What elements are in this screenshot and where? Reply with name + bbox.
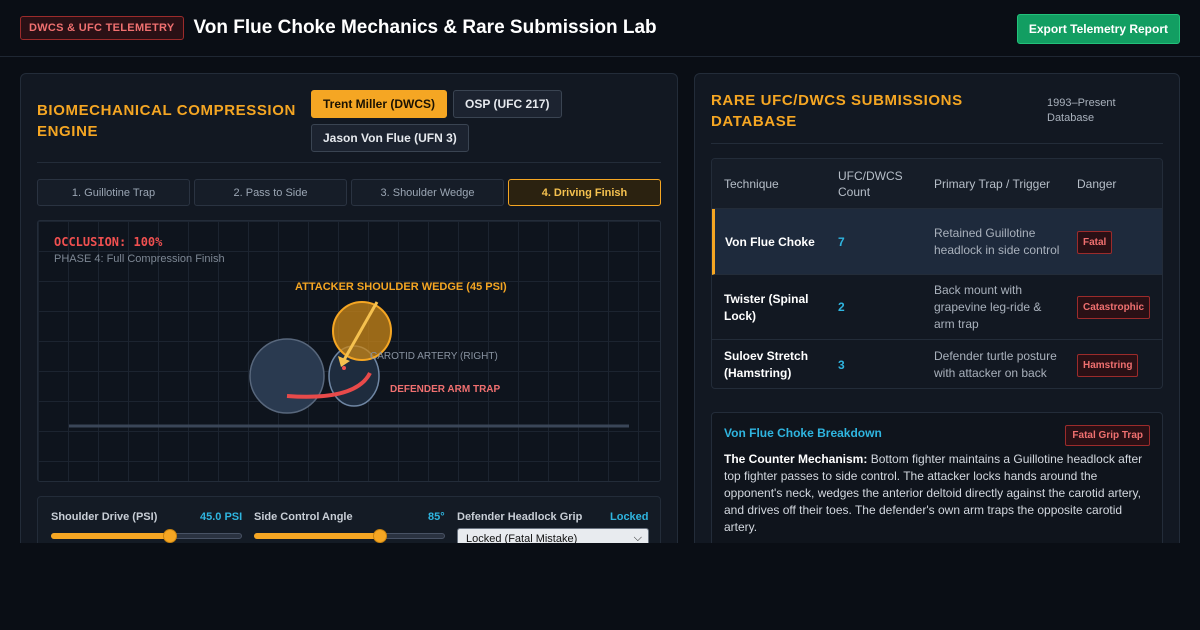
export-report-button[interactable]: Export Telemetry Report [1016, 14, 1180, 44]
danger-badge: Hamstring [1077, 353, 1139, 377]
defender-head [249, 338, 325, 414]
database-title: RARE UFC/DWCS SUBMISSIONS DATABASE [711, 90, 1001, 132]
compression-diagram [69, 301, 629, 428]
column-count: UFC/DWCS Count [838, 169, 903, 199]
phase-tab-driving-finish[interactable]: 4. Driving Finish [508, 179, 661, 206]
table-row[interactable]: Von Flue Choke 7 Retained Guillotine hea… [712, 209, 1162, 275]
danger-cell: Fatal [1077, 209, 1113, 275]
carotid-point [342, 366, 346, 370]
submissions-database-panel: RARE UFC/DWCS SUBMISSIONS DATABASE 1993–… [694, 73, 1180, 543]
database-subtitle-line1: 1993–Present [1047, 97, 1116, 109]
headlock-grip-label: Defender Headlock Grip [457, 511, 583, 523]
count-cell: 7 [838, 234, 845, 249]
phase-tab-shoulder-wedge[interactable]: 3. Shoulder Wedge [351, 179, 504, 206]
carotid-artery-label: CAROTID ARTERY (RIGHT) [370, 351, 498, 362]
engine-title-line1: BIOMECHANICAL COMPRESSION [37, 102, 296, 119]
database-subtitle: 1993–Present Database [1047, 96, 1147, 126]
fighter-button-trent-miller[interactable]: Trent Miller (DWCS) [311, 90, 447, 118]
breakdown-text: The Counter Mechanism: Bottom fighter ma… [724, 451, 1152, 536]
count-cell: 3 [838, 357, 845, 372]
compression-visualizer: OCCLUSION: 100% PHASE 4: Full Compressio… [37, 220, 661, 482]
trap-cell: Defender turtle posture with attacker on… [934, 349, 1057, 380]
arm-trap-label: DEFENDER ARM TRAP [390, 384, 501, 395]
headlock-grip-select[interactable]: Locked (Fatal Mistake) ⌵ [457, 528, 649, 543]
side-control-angle-value: 85° [428, 511, 445, 523]
danger-cell: Catastrophic [1077, 275, 1151, 340]
shoulder-drive-label: Shoulder Drive (PSI) [51, 511, 158, 523]
column-technique: Technique [724, 177, 779, 191]
breakdown-lead: The Counter Mechanism: [724, 452, 868, 466]
chevron-down-icon: ⌵ [633, 532, 642, 543]
table-row[interactable]: Suloev Stretch (Hamstring) 3 Defender tu… [712, 340, 1162, 388]
danger-badge: Fatal [1077, 230, 1113, 254]
app-header: DWCS & UFC TELEMETRY Von Flue Choke Mech… [0, 0, 1200, 57]
fighter-button-von-flue[interactable]: Jason Von Flue (UFN 3) [311, 124, 469, 152]
database-title-line2: DATABASE [711, 113, 797, 130]
trap-cell: Back mount with grapevine leg-ride & arm… [934, 283, 1042, 331]
compression-engine-panel: BIOMECHANICAL COMPRESSION ENGINE Trent M… [20, 73, 678, 543]
technique-cell: Twister (Spinal Lock) [724, 291, 809, 323]
breakdown-title: Von Flue Choke Breakdown [724, 426, 882, 440]
submissions-table: Technique UFC/DWCS Count Primary Trap / … [711, 158, 1163, 389]
shoulder-drive-slider[interactable] [51, 529, 242, 543]
phase-tab-pass-to-side[interactable]: 2. Pass to Side [194, 179, 347, 206]
database-divider [711, 143, 1163, 144]
slider-fill [51, 533, 170, 539]
trap-cell: Retained Guillotine headlock in side con… [934, 226, 1060, 257]
phase-tab-guillotine-trap[interactable]: 1. Guillotine Trap [37, 179, 190, 206]
database-subtitle-line2: Database [1047, 112, 1095, 124]
engine-title: BIOMECHANICAL COMPRESSION ENGINE [37, 100, 296, 142]
slider-thumb[interactable] [373, 529, 387, 543]
shoulder-wedge-label: ATTACKER SHOULDER WEDGE (45 PSI) [295, 281, 507, 293]
page-title: Von Flue Choke Mechanics & Rare Submissi… [193, 17, 657, 38]
column-trap: Primary Trap / Trigger [934, 177, 1051, 191]
side-control-angle-slider[interactable] [254, 529, 445, 543]
engine-controls: Shoulder Drive (PSI) 45.0 PSI Side Contr… [37, 496, 661, 543]
headlock-grip-selected: Locked (Fatal Mistake) [466, 533, 578, 543]
app-viewport: DWCS & UFC TELEMETRY Von Flue Choke Mech… [0, 0, 1200, 543]
table-row[interactable]: Twister (Spinal Lock) 2 Back mount with … [712, 275, 1162, 340]
danger-badge: Catastrophic [1077, 296, 1151, 319]
telemetry-badge: DWCS & UFC TELEMETRY [20, 16, 184, 40]
engine-divider [37, 162, 661, 163]
slider-thumb[interactable] [163, 529, 177, 543]
breakdown-badge: Fatal Grip Trap [1065, 425, 1150, 446]
engine-title-line2: ENGINE [37, 123, 99, 140]
technique-cell: Von Flue Choke [725, 234, 815, 249]
technique-breakdown: Von Flue Choke Breakdown Fatal Grip Trap… [711, 412, 1163, 543]
database-title-line1: RARE UFC/DWCS SUBMISSIONS [711, 92, 963, 109]
slider-fill [254, 533, 380, 539]
count-cell: 2 [838, 300, 845, 314]
technique-cell: Suloev Stretch (Hamstring) [724, 349, 809, 380]
fighter-button-osp[interactable]: OSP (UFC 217) [453, 90, 562, 118]
column-danger: Danger [1077, 177, 1117, 191]
danger-cell: Hamstring [1077, 340, 1139, 388]
shoulder-drive-value: 45.0 PSI [200, 511, 243, 523]
side-control-angle-label: Side Control Angle [254, 511, 353, 523]
headlock-grip-value: Locked [610, 511, 649, 523]
